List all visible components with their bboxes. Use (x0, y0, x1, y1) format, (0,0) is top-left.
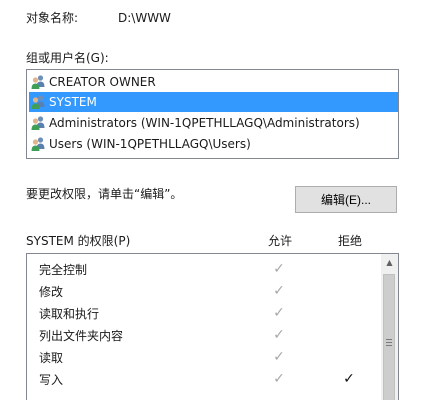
scroll-up-arrow-icon[interactable]: ▲ (381, 254, 398, 271)
group-item-label: CREATOR OWNER (49, 75, 156, 89)
edit-button[interactable]: 编辑(E)... (295, 186, 397, 213)
allow-column-header: 允许 (268, 234, 293, 248)
user-group-icon (31, 95, 45, 109)
group-item-creator-owner[interactable]: CREATOR OWNER (29, 72, 398, 92)
user-group-icon (31, 137, 45, 151)
group-item-label: Users (WIN-1QPETHLLAGQ\Users) (49, 137, 251, 151)
permission-name: 读取 (39, 351, 64, 365)
user-group-icon (31, 75, 45, 89)
permission-name: 修改 (39, 285, 64, 299)
user-group-icon (31, 116, 45, 130)
permission-row-read-execute: 读取和执行 ✓ (27, 303, 381, 325)
groups-label: 组或用户名(G): (26, 51, 109, 65)
group-item-users[interactable]: Users (WIN-1QPETHLLAGQ\Users) (29, 134, 398, 154)
object-name-value: D:\WWW (118, 11, 171, 25)
permission-name: 列出文件夹内容 (39, 329, 124, 343)
permission-name: 读取和执行 (39, 307, 100, 321)
allow-check-icon: ✓ (273, 371, 285, 387)
group-user-list[interactable]: CREATOR OWNER SYSTEM Administrators (WIN… (26, 69, 399, 159)
allow-check-icon: ✓ (273, 283, 285, 299)
permission-row-write: 写入 ✓ ✓ (27, 369, 381, 391)
allow-check-icon: ✓ (273, 261, 285, 277)
allow-check-icon: ✓ (273, 305, 285, 321)
permission-name: 写入 (39, 373, 64, 387)
permission-row-full-control: 完全控制 ✓ (27, 259, 381, 281)
object-name-label: 对象名称: (26, 11, 79, 25)
permissions-scrollbar[interactable]: ▲ (381, 254, 398, 400)
group-item-label: SYSTEM (49, 95, 97, 109)
permissions-list: 完全控制 ✓ 修改 ✓ 读取和执行 ✓ 列出文件夹内容 ✓ 读取 ✓ 写入 ✓ … (26, 253, 399, 400)
scrollbar-thumb[interactable] (383, 274, 395, 400)
permissions-title: SYSTEM 的权限(P) (26, 234, 131, 248)
group-item-administrators[interactable]: Administrators (WIN-1QPETHLLAGQ\Administ… (29, 113, 398, 133)
allow-check-icon: ✓ (273, 327, 285, 343)
change-permissions-hint: 要更改权限，请单击“编辑”。 (26, 187, 183, 201)
permission-name: 完全控制 (39, 263, 88, 277)
permission-row-list-folder: 列出文件夹内容 ✓ (27, 325, 381, 347)
group-item-system[interactable]: SYSTEM (29, 92, 398, 112)
grip-icon (386, 338, 392, 346)
permission-row-modify: 修改 ✓ (27, 281, 381, 303)
deny-column-header: 拒绝 (338, 234, 363, 248)
security-tab-panel: 对象名称: D:\WWW 组或用户名(G): CREATOR OWNER SYS… (0, 0, 423, 400)
permission-row-read: 读取 ✓ (27, 347, 381, 369)
allow-check-icon: ✓ (273, 349, 285, 365)
deny-check-icon: ✓ (343, 371, 355, 387)
group-item-label: Administrators (WIN-1QPETHLLAGQ\Administ… (49, 116, 360, 130)
